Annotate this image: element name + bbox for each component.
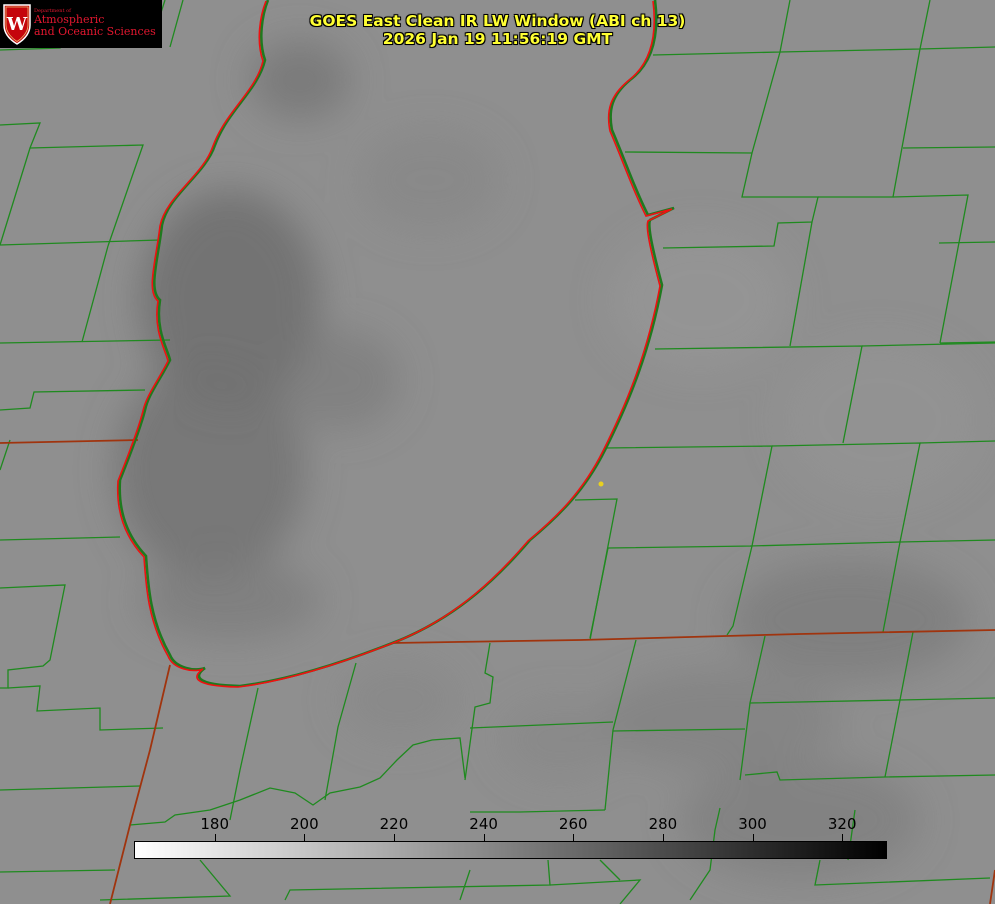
colorbar-tick-mark xyxy=(304,834,305,841)
colorbar-tick-mark xyxy=(215,834,216,841)
satellite-map xyxy=(0,0,995,904)
image-timestamp: 2026 Jan 19 11:56:19 GMT xyxy=(382,30,613,48)
colorbar-tick-label: 300 xyxy=(738,815,767,833)
colorbar-tick-mark xyxy=(394,834,395,841)
colorbar-tick-mark xyxy=(484,834,485,841)
colorbar-tick-label: 200 xyxy=(289,815,319,833)
colorbar-tick-label: 320 xyxy=(827,815,857,833)
colorbar-tick-label: 220 xyxy=(379,815,409,833)
colorbar-tick-mark xyxy=(663,834,664,841)
station-marker xyxy=(598,481,604,487)
colorbar-tick-mark xyxy=(842,834,843,841)
colorbar-tick-label: 180 xyxy=(200,815,229,833)
colorbar-tick-label: 260 xyxy=(558,815,588,833)
colorbar-tick-label: 280 xyxy=(648,815,678,833)
temperature-colorbar xyxy=(134,841,887,859)
colorbar-tick-mark xyxy=(573,834,574,841)
colorbar-tick-labels: 180 200 220 240 260 280 300 320 xyxy=(0,815,995,835)
colorbar-tick-label: 240 xyxy=(469,815,498,833)
colorbar-tick-mark xyxy=(753,834,754,841)
image-title: GOES East Clean IR LW Window (ABI ch 13) xyxy=(309,12,686,30)
